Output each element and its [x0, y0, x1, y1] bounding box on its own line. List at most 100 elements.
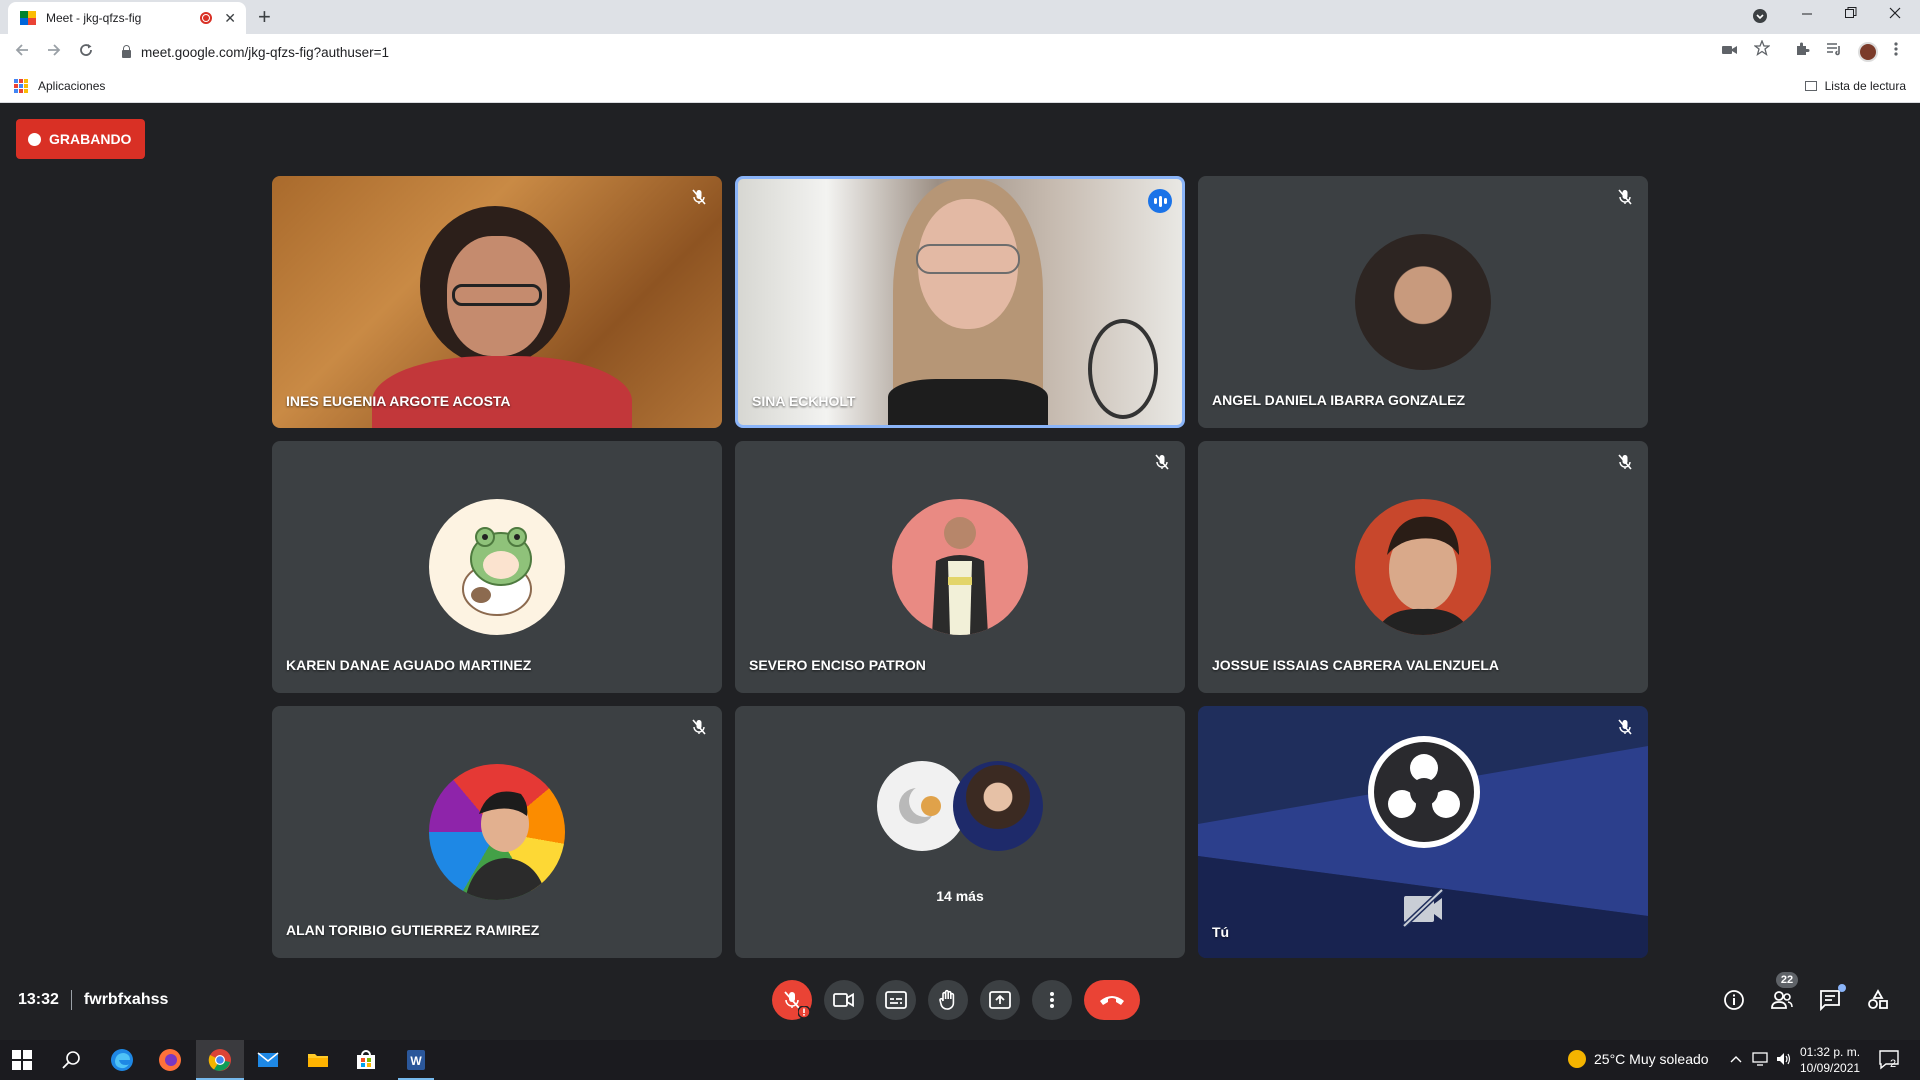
- mail-icon[interactable]: [256, 1048, 280, 1072]
- media-control-icon[interactable]: [1826, 41, 1842, 61]
- meeting-time: 13:32: [18, 991, 59, 1008]
- info-icon: [1724, 990, 1744, 1010]
- divider: [70, 990, 72, 1010]
- raise-hand-button[interactable]: [928, 980, 968, 1020]
- meeting-info: 13:32 fwrbfxahss: [18, 990, 168, 1010]
- meet-favicon-icon: [20, 11, 36, 25]
- more-vert-icon: [1050, 992, 1054, 1008]
- weather-widget[interactable]: 25°C Muy soleado: [1568, 1050, 1709, 1068]
- activities-button[interactable]: [1866, 988, 1890, 1012]
- more-participants-label: 14 más: [936, 888, 984, 904]
- recording-badge[interactable]: GRABANDO: [16, 119, 146, 159]
- lock-icon: [122, 45, 131, 58]
- system-clock[interactable]: 01:32 p. m. 10/09/2021: [1800, 1044, 1860, 1076]
- recording-label: GRABANDO: [49, 131, 132, 147]
- back-icon[interactable]: [14, 42, 30, 63]
- participant-tile-5[interactable]: SEVERO ENCISO PATRON: [735, 441, 1185, 693]
- bookmarks-bar: Aplicaciones Lista de lectura: [0, 70, 1920, 103]
- close-window-icon[interactable]: [1888, 6, 1902, 23]
- clock-date: 10/09/2021: [1800, 1061, 1861, 1075]
- edge-icon[interactable]: [110, 1048, 134, 1072]
- more-options-button[interactable]: [1032, 980, 1072, 1020]
- network-icon[interactable]: [1752, 1052, 1770, 1069]
- present-screen-button[interactable]: [980, 980, 1020, 1020]
- self-tile[interactable]: Tú: [1198, 706, 1648, 958]
- record-dot-icon: [28, 132, 41, 146]
- people-icon: [1771, 991, 1793, 1009]
- mic-off-icon: [1616, 188, 1634, 206]
- tab-search-icon[interactable]: [1752, 8, 1768, 27]
- show-hidden-icons-icon[interactable]: [1730, 1052, 1742, 1067]
- chrome-menu-icon[interactable]: [1894, 41, 1898, 61]
- camera-toggle-button[interactable]: [824, 980, 864, 1020]
- hang-up-icon: [1100, 996, 1124, 1005]
- participant-avatar: [429, 764, 565, 900]
- participant-name: KAREN DANAE AGUADO MARTINEZ: [286, 657, 532, 673]
- new-tab-button[interactable]: +: [258, 4, 271, 30]
- browser-tab[interactable]: Meet - jkg-qfzs-fig ✕: [8, 2, 246, 34]
- url-field[interactable]: meet.google.com/jkg-qfzs-fig?authuser=1: [110, 38, 1760, 66]
- participant-tile-3[interactable]: ANGEL DANIELA IBARRA GONZALEZ: [1198, 176, 1648, 428]
- obs-logo-icon: [1368, 736, 1480, 848]
- search-icon[interactable]: [62, 1050, 86, 1074]
- participant-avatar: [429, 499, 565, 635]
- captions-button[interactable]: [876, 980, 916, 1020]
- reading-list-button[interactable]: Lista de lectura: [1804, 79, 1906, 93]
- participant-tile-7[interactable]: ALAN TORIBIO GUTIERREZ RAMIREZ: [272, 706, 722, 958]
- participant-avatar: [1355, 499, 1491, 635]
- present-icon: [989, 991, 1011, 1009]
- firefox-icon[interactable]: [158, 1048, 182, 1072]
- participant-name: JOSSUE ISSAIAS CABRERA VALENZUELA: [1212, 657, 1500, 673]
- participant-name: INES EUGENIA ARGOTE ACOSTA: [286, 393, 511, 409]
- chat-button[interactable]: [1818, 988, 1842, 1012]
- forward-icon[interactable]: [46, 42, 62, 63]
- more-participants-tile[interactable]: 14 más: [735, 706, 1185, 958]
- windows-taskbar: W 25°C Muy soleado 01:32 p. m. 10/09/202…: [0, 1040, 1920, 1080]
- frog-cat-avatar-icon: [462, 527, 532, 616]
- captions-icon: [885, 991, 907, 1009]
- store-icon[interactable]: [354, 1048, 378, 1072]
- tab-title: Meet - jkg-qfzs-fig: [46, 11, 142, 25]
- microphone-toggle-button[interactable]: [772, 980, 812, 1020]
- participant-tile-1[interactable]: INES EUGENIA ARGOTE ACOSTA: [272, 176, 722, 428]
- mic-off-icon: [690, 188, 708, 206]
- extensions-icon[interactable]: [1794, 41, 1810, 61]
- self-label: Tú: [1212, 924, 1230, 940]
- participant-tile-6[interactable]: JOSSUE ISSAIAS CABRERA VALENZUELA: [1198, 441, 1648, 693]
- hand-icon: [939, 989, 955, 1010]
- restore-icon[interactable]: [1844, 6, 1858, 23]
- glasses-shape: [452, 284, 542, 306]
- mic-off-icon: [690, 718, 708, 736]
- participants-button[interactable]: [1770, 988, 1794, 1012]
- minimize-icon[interactable]: [1800, 2, 1814, 25]
- camera-permission-icon[interactable]: [1722, 43, 1738, 60]
- participant-tile-4[interactable]: KAREN DANAE AGUADO MARTINEZ: [272, 441, 722, 693]
- person-photo-icon: [932, 517, 988, 635]
- person-photo-icon: [1375, 516, 1471, 635]
- file-explorer-icon[interactable]: [306, 1048, 330, 1072]
- volume-icon[interactable]: [1776, 1052, 1792, 1069]
- address-bar-row: meet.google.com/jkg-qfzs-fig?authuser=1: [0, 34, 1920, 70]
- reload-icon[interactable]: [78, 42, 94, 63]
- weather-text: 25°C Muy soleado: [1594, 1051, 1709, 1067]
- participant-tile-2[interactable]: SINA ECKHOLT: [735, 176, 1185, 428]
- meeting-code[interactable]: fwrbfxahss: [84, 991, 168, 1009]
- apps-bookmark[interactable]: Aplicaciones: [38, 79, 105, 93]
- leave-call-button[interactable]: [1084, 980, 1140, 1020]
- tab-strip: Meet - jkg-qfzs-fig ✕ +: [0, 0, 1920, 34]
- participant-name: SEVERO ENCISO PATRON: [749, 657, 926, 673]
- windows-start-icon[interactable]: [12, 1050, 36, 1074]
- url-text: meet.google.com/jkg-qfzs-fig?authuser=1: [141, 44, 390, 60]
- fan-shape: [1088, 319, 1158, 419]
- glasses-shape: [916, 244, 1020, 274]
- apps-grid-icon[interactable]: [14, 79, 28, 93]
- meeting-details-button[interactable]: [1722, 988, 1746, 1012]
- camera-off-icon: [1402, 888, 1444, 928]
- chat-unread-dot: [1838, 984, 1846, 992]
- participant-avatar: [953, 761, 1043, 851]
- bookmark-star-icon[interactable]: [1753, 39, 1771, 60]
- chrome-icon[interactable]: [208, 1048, 232, 1072]
- tab-close-icon[interactable]: ✕: [224, 10, 236, 27]
- profile-avatar[interactable]: [1858, 42, 1878, 62]
- word-icon[interactable]: W: [404, 1048, 428, 1072]
